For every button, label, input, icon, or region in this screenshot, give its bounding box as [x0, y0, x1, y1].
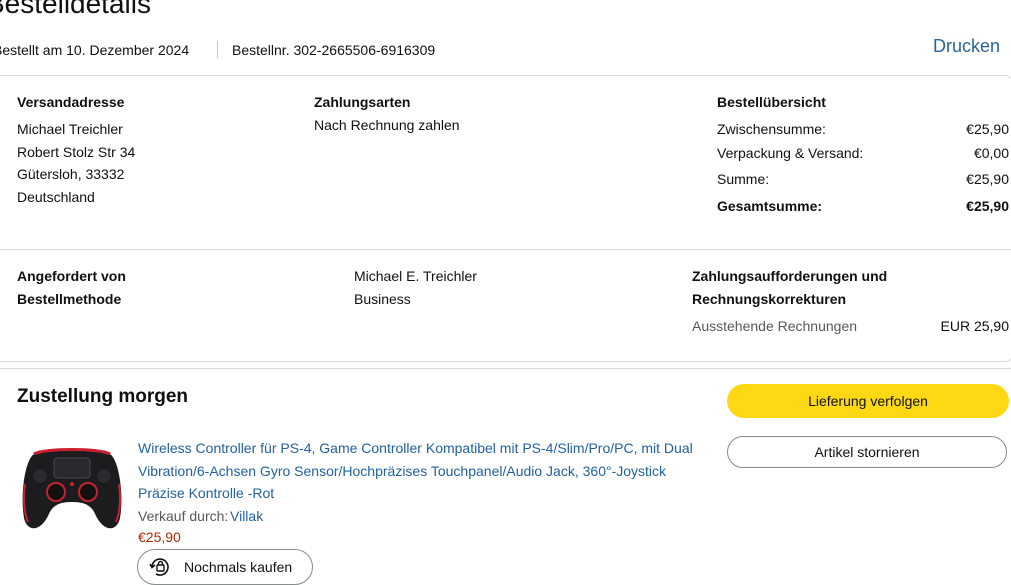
- summary-row-value: €25,90: [966, 121, 1009, 137]
- meta-divider: [217, 41, 218, 58]
- address-line: Robert Stolz Str 34: [17, 144, 136, 160]
- shipping-address-heading: Versandadresse: [17, 94, 125, 110]
- print-link[interactable]: Drucken: [933, 36, 1000, 57]
- card-divider: [0, 249, 1011, 250]
- summary-row-value: €25,90: [966, 171, 1009, 187]
- summary-row-label: Summe:: [717, 171, 770, 187]
- order-number: Bestellnr. 302-2665506-6916309: [232, 42, 436, 58]
- buy-again-icon: [149, 558, 169, 576]
- summary-row-label: Zwischensumme:: [717, 121, 826, 137]
- summary-total-value: €25,90: [966, 198, 1009, 214]
- summary-row-label: Verpackung & Versand:: [717, 145, 864, 161]
- shipment-status-title: Zustellung morgen: [17, 386, 188, 407]
- requested-by-value: Michael E. Treichler: [354, 268, 477, 284]
- gamepad-icon: [22, 448, 122, 529]
- cancel-item-button[interactable]: Artikel stornieren: [727, 436, 1007, 468]
- product-price: €25,90: [138, 529, 181, 545]
- order-method-value: Business: [354, 291, 411, 307]
- seller-link[interactable]: Villak: [230, 508, 263, 524]
- sold-by-label: Verkauf durch:: [138, 508, 229, 524]
- address-line: Deutschland: [17, 189, 95, 205]
- track-package-button[interactable]: Lieferung verfolgen: [727, 384, 1009, 418]
- buy-again-button[interactable]: Nochmals kaufen: [137, 549, 313, 585]
- requested-by-label: Angefordert von: [17, 268, 126, 284]
- payment-method: Nach Rechnung zahlen: [314, 117, 460, 133]
- outstanding-invoices-value: EUR 25,90: [940, 318, 1009, 334]
- payment-heading: Zahlungsarten: [314, 94, 411, 110]
- page-title: Bestelldetails: [0, 0, 151, 19]
- buy-again-label: Nochmals kaufen: [184, 559, 293, 575]
- order-date: Bestellt am 10. Dezember 2024: [0, 42, 190, 58]
- outstanding-invoices-label: Ausstehende Rechnungen: [692, 318, 858, 334]
- order-method-label: Bestellmethode: [17, 291, 122, 307]
- invoices-heading: Zahlungsaufforderungen und: [692, 268, 888, 284]
- shipment-top-border: [0, 368, 1011, 369]
- invoices-heading-line2: Rechnungskorrekturen: [692, 291, 847, 307]
- product-title-link[interactable]: Wireless Controller für PS-4, Game Contr…: [138, 437, 698, 505]
- address-line: Michael Treichler: [17, 121, 123, 137]
- summary-row-value: €0,00: [973, 145, 1009, 161]
- product-image[interactable]: [20, 444, 124, 534]
- summary-total-label: Gesamtsumme:: [717, 198, 823, 214]
- order-info-card: [0, 75, 1011, 362]
- address-line: Gütersloh, 33332: [17, 166, 125, 182]
- summary-heading: Bestellübersicht: [717, 94, 826, 110]
